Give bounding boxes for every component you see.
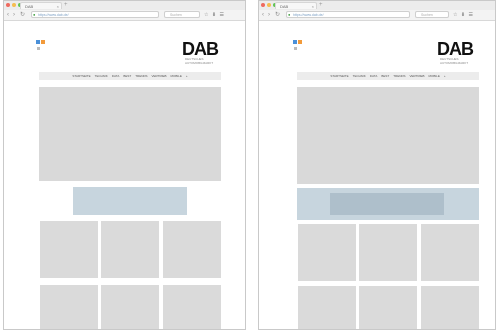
nav-item[interactable]: DATA <box>370 74 378 78</box>
reload-icon[interactable]: ↻ <box>275 11 280 19</box>
logo-blue-square <box>36 40 40 44</box>
nav-item[interactable]: MOBILE <box>171 74 182 78</box>
new-tab-button[interactable]: + <box>64 2 68 9</box>
account-icon[interactable] <box>294 47 297 50</box>
nav-item[interactable]: BEST <box>123 74 131 78</box>
logo-blue-square <box>293 40 297 44</box>
search-placeholder: Suchen <box>421 13 433 17</box>
main-navigation: STARTSEITE TECHNIK DATA BEST TRENDS VERT… <box>297 72 479 80</box>
logo-orange-square <box>41 40 45 44</box>
browser-tab[interactable]: DAB × <box>275 2 317 9</box>
nav-item[interactable]: VERTRIEB <box>152 74 167 78</box>
search-placeholder: Suchen <box>170 13 182 17</box>
logo-orange-square <box>298 40 302 44</box>
address-bar[interactable]: ● https://www.dab.de/ <box>31 11 159 18</box>
hero-image-placeholder[interactable] <box>39 87 221 181</box>
lock-icon: ● <box>288 12 291 17</box>
search-input[interactable]: Suchen <box>415 11 449 18</box>
article-tile[interactable] <box>40 285 98 329</box>
article-tile[interactable] <box>40 221 98 278</box>
article-tile[interactable] <box>298 224 356 281</box>
nav-item[interactable]: TRENDS <box>393 74 405 78</box>
article-tile[interactable] <box>101 221 159 278</box>
search-input[interactable]: Suchen <box>164 11 200 18</box>
ad-banner-placeholder[interactable] <box>330 193 444 215</box>
hero-image-placeholder[interactable] <box>297 87 479 184</box>
toolbar-icons[interactable]: ☆ ⬇ ☰ <box>453 11 474 19</box>
url-text: https://www.dab.de/ <box>293 13 324 17</box>
nav-item-more[interactable]: + <box>186 74 188 78</box>
main-navigation: STARTSEITE TECHNIK DATA BEST TRENDS VERT… <box>39 72 221 80</box>
site-logo[interactable]: DAB <box>437 40 474 58</box>
site-tagline: DEUTSCHES AUTOMOBILMARKT <box>440 57 469 65</box>
close-window-button[interactable] <box>6 3 10 7</box>
nav-item[interactable]: BEST <box>381 74 389 78</box>
browser-window-right: DAB × + ‹ › ↻ ● https://www.dab.de/ Such… <box>258 0 496 330</box>
nav-item[interactable]: MOBILE <box>429 74 440 78</box>
account-icon[interactable] <box>37 47 40 50</box>
nav-item[interactable]: STARTSEITE <box>330 74 348 78</box>
nav-item[interactable]: TECHNIK <box>353 74 366 78</box>
browser-toolbar: ‹ › ↻ ● https://www.dab.de/ Suchen ☆ ⬇ ☰ <box>4 10 245 21</box>
new-tab-button[interactable]: + <box>319 2 323 9</box>
tab-title: DAB <box>280 4 289 9</box>
lock-icon: ● <box>33 12 36 17</box>
article-tile[interactable] <box>163 285 221 329</box>
nav-item[interactable]: VERTRIEB <box>410 74 425 78</box>
browser-window-left: DAB × + ‹ › ↻ ● https://www.dab.de/ Such… <box>3 0 246 330</box>
site-tagline: DEUTSCHES AUTOMOBILMARKT <box>185 57 214 65</box>
address-bar[interactable]: ● https://www.dab.de/ <box>286 11 410 18</box>
url-text: https://www.dab.de/ <box>38 13 69 17</box>
ad-banner-placeholder[interactable] <box>73 187 187 215</box>
site-logo[interactable]: DAB <box>182 40 219 58</box>
nav-item[interactable]: TECHNIK <box>95 74 108 78</box>
reload-icon[interactable]: ↻ <box>20 11 25 19</box>
nav-item-more[interactable]: + <box>444 74 446 78</box>
article-tile[interactable] <box>163 221 221 278</box>
browser-toolbar: ‹ › ↻ ● https://www.dab.de/ Suchen ☆ ⬇ ☰ <box>259 10 495 21</box>
minimize-window-button[interactable] <box>267 3 271 7</box>
article-tile[interactable] <box>101 285 159 329</box>
article-tile[interactable] <box>421 286 479 329</box>
article-tile[interactable] <box>298 286 356 329</box>
back-arrow-icon[interactable]: ‹ <box>7 11 9 19</box>
article-tile[interactable] <box>359 286 417 329</box>
nav-item[interactable]: STARTSEITE <box>72 74 90 78</box>
minimize-window-button[interactable] <box>12 3 16 7</box>
back-arrow-icon[interactable]: ‹ <box>262 11 264 19</box>
close-window-button[interactable] <box>261 3 265 7</box>
forward-arrow-icon[interactable]: › <box>13 11 15 19</box>
web-page: DAB DEUTSCHES AUTOMOBILMARKT STARTSEITE … <box>259 21 495 329</box>
article-tile[interactable] <box>421 224 479 281</box>
forward-arrow-icon[interactable]: › <box>268 11 270 19</box>
close-icon[interactable]: × <box>312 3 314 9</box>
toolbar-icons[interactable]: ☆ ⬇ ☰ <box>204 11 225 19</box>
web-page: DAB DEUTSCHES AUTOMOBILMARKT STARTSEITE … <box>4 21 245 329</box>
article-tile[interactable] <box>359 224 417 281</box>
nav-item[interactable]: TRENDS <box>135 74 147 78</box>
browser-tab[interactable]: DAB × <box>20 2 62 9</box>
nav-item[interactable]: DATA <box>112 74 120 78</box>
close-icon[interactable]: × <box>57 3 59 9</box>
tab-title: DAB <box>25 4 34 9</box>
